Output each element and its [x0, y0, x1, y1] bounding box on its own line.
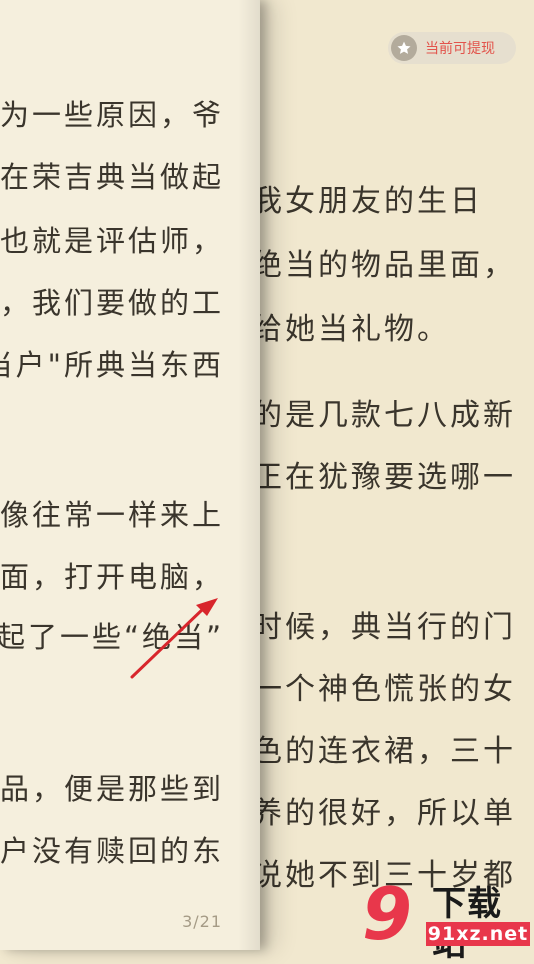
- watermark-logo: 9 下载站 91xz.net: [362, 874, 534, 964]
- watermark-url: 91xz.net: [426, 922, 530, 946]
- watermark-numeral: 9: [362, 872, 413, 956]
- red-arrow-icon: [130, 598, 218, 679]
